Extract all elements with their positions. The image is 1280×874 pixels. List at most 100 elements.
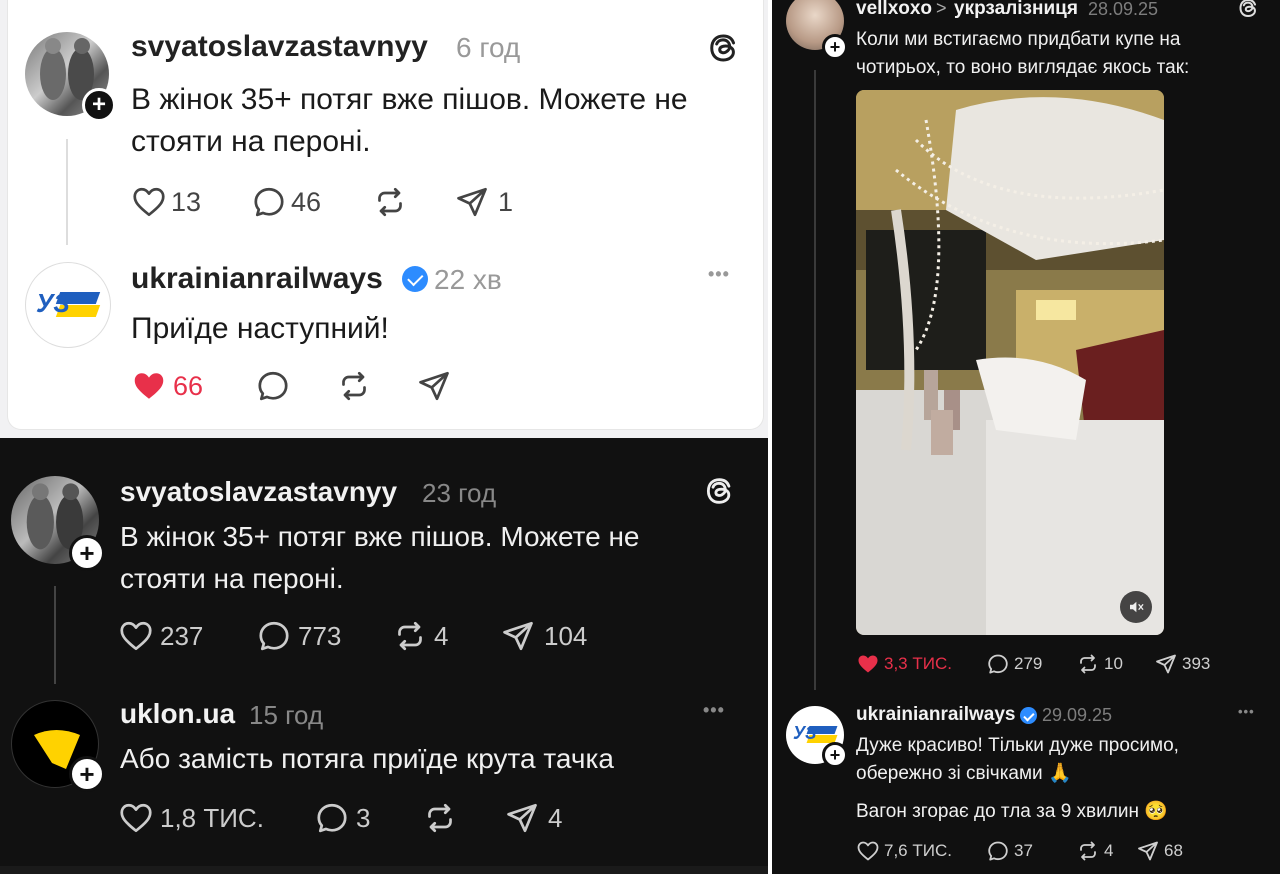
post-username[interactable]: vellxoxo	[856, 0, 932, 20]
reply-time: 29.09.25	[1042, 705, 1113, 725]
reply-username[interactable]: uklon.ua	[120, 698, 235, 730]
thread-connector-line	[54, 586, 56, 684]
follow-plus-button[interactable]: +	[82, 88, 116, 122]
comment-button[interactable]: 279	[986, 652, 1042, 676]
repost-icon	[1076, 839, 1100, 863]
heart-icon	[118, 800, 154, 836]
like-count: 3,3 ТИС.	[884, 654, 952, 673]
share-count: 1	[498, 186, 514, 217]
uz-logo: УЗ	[36, 288, 101, 322]
repost-icon	[336, 368, 372, 404]
like-button[interactable]: 13	[131, 184, 201, 220]
reply-text: Приїде наступний!	[131, 312, 389, 345]
post-username[interactable]: svyatoslavzastavnyy	[120, 476, 397, 508]
follow-plus-button[interactable]: +	[69, 535, 105, 571]
follow-plus-button[interactable]: +	[822, 34, 848, 60]
post-photo[interactable]	[856, 90, 1164, 635]
comment-button[interactable]: 773	[256, 618, 341, 654]
share-count: 104	[544, 620, 588, 651]
dark-screenshot-panel: + svyatoslavzastavnyy 23 год В жінок 35+…	[0, 438, 770, 874]
light-screenshot-panel: + svyatoslavzastavnyy 6 год В жінок 35+ …	[0, 0, 770, 438]
repost-button[interactable]: 10	[1076, 652, 1123, 676]
comment-icon	[251, 184, 287, 220]
threads-logo-icon	[705, 30, 741, 71]
repost-button[interactable]	[336, 368, 372, 404]
post-time: 23 год	[422, 478, 497, 508]
reply-text: Дуже красиво! Тільки дуже просимо, обере…	[856, 735, 1179, 784]
post-username[interactable]: svyatoslavzastavnyy	[131, 30, 428, 64]
comment-count: 773	[298, 620, 342, 651]
follow-plus-button[interactable]: +	[69, 756, 105, 792]
comment-icon	[986, 839, 1010, 863]
thread-connector-line	[814, 70, 816, 690]
repost-count: 10	[1104, 654, 1123, 673]
like-button[interactable]: 1,8 ТИС.	[118, 800, 264, 836]
share-button[interactable]: 68	[1136, 839, 1183, 863]
like-button[interactable]: 7,6 ТИС.	[856, 839, 952, 863]
post-text: Коли ми встигаємо придбати купе на чотир…	[856, 29, 1190, 78]
reply-username[interactable]: ukrainianrailways	[131, 262, 383, 296]
comment-count: 37	[1014, 841, 1033, 860]
mute-toggle-icon[interactable]	[1120, 591, 1152, 623]
follow-plus-button[interactable]: +	[822, 742, 848, 768]
share-count: 68	[1164, 841, 1183, 860]
reply-text: Або замість потяга приїде крута тачка	[120, 743, 614, 774]
reply-text-second: Вагон згорає до тла за 9 хвилин 🥺	[856, 801, 1168, 822]
share-icon	[1154, 652, 1178, 676]
repost-icon	[392, 618, 428, 654]
comment-button[interactable]: 46	[251, 184, 321, 220]
comment-button[interactable]	[255, 368, 291, 404]
comment-icon	[256, 618, 292, 654]
like-button-liked[interactable]: 3,3 ТИС.	[856, 652, 952, 676]
more-options-icon[interactable]: •••	[708, 264, 730, 285]
comment-count: 3	[356, 802, 371, 833]
share-icon	[504, 800, 540, 836]
like-count: 1,8 ТИС.	[160, 802, 264, 833]
repost-button[interactable]	[422, 800, 458, 836]
share-button[interactable]: 1	[454, 184, 513, 220]
avatar-ukrainianrailways[interactable]: УЗ	[25, 262, 111, 348]
share-icon	[416, 368, 452, 404]
heart-filled-icon	[856, 652, 880, 676]
like-button-liked[interactable]: 66	[131, 368, 203, 404]
like-count: 7,6 ТИС.	[884, 841, 952, 860]
share-button[interactable]: 4	[504, 800, 562, 836]
topic-tag[interactable]: укрзалізниця	[954, 0, 1078, 20]
comment-button[interactable]: 3	[314, 800, 370, 836]
share-button[interactable]: 104	[500, 618, 587, 654]
reply-username[interactable]: ukrainianrailways	[856, 704, 1015, 726]
comment-button[interactable]: 37	[986, 839, 1033, 863]
verified-badge-icon	[402, 266, 428, 292]
threads-logo-icon	[1236, 0, 1260, 25]
right-screenshot-panel: + vellxoxo > укрзалізниця 28.09.25 Коли …	[772, 0, 1280, 874]
like-button[interactable]: 237	[118, 618, 203, 654]
share-icon	[1136, 839, 1160, 863]
comment-count: 279	[1014, 654, 1043, 673]
post-text: В жінок 35+ потяг вже пішов. Можете не с…	[120, 521, 640, 594]
light-thread-card: + svyatoslavzastavnyy 6 год В жінок 35+ …	[7, 0, 764, 430]
heart-icon	[131, 184, 167, 220]
post-text: В жінок 35+ потяг вже пішов. Можете не с…	[131, 83, 688, 158]
repost-button[interactable]: 4	[392, 618, 448, 654]
like-count: 237	[160, 620, 204, 651]
repost-button[interactable]: 4	[1076, 839, 1113, 863]
like-count: 13	[171, 186, 202, 217]
like-count: 66	[173, 370, 204, 401]
more-options-icon[interactable]: •••	[703, 700, 725, 721]
comment-icon	[255, 368, 291, 404]
repost-count: 4	[434, 620, 449, 651]
verified-badge-icon	[1020, 707, 1037, 725]
repost-icon	[422, 800, 458, 836]
share-button[interactable]	[416, 368, 452, 404]
repost-icon	[372, 184, 408, 220]
share-icon	[500, 618, 536, 654]
reply-time: 15 год	[249, 700, 324, 730]
repost-count: 4	[1104, 841, 1114, 860]
share-icon	[454, 184, 490, 220]
post-time: 6 год	[456, 32, 521, 63]
more-options-icon[interactable]: •••	[1238, 704, 1255, 719]
share-button[interactable]: 393	[1154, 652, 1210, 676]
repost-button[interactable]	[372, 184, 408, 220]
heart-icon	[118, 618, 154, 654]
repost-icon	[1076, 652, 1100, 676]
